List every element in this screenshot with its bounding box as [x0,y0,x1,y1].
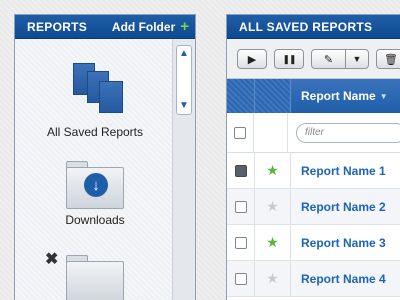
filter-input[interactable] [296,122,400,143]
edit-split-button[interactable]: ✎ ▼ [311,49,369,69]
play-icon: ▶ [247,53,257,66]
row-check-cell [227,189,255,224]
star-icon[interactable]: ★ [255,225,291,260]
reports-stack-icon [63,63,127,121]
sort-chevron-icon: ▼ [379,91,388,101]
row-check-cell [227,153,255,188]
saved-reports-panel: ALL SAVED REPORTS ▶ ❚❚ ✎ ▼ 🗑 Report Name… [226,14,400,300]
delete-folder-icon[interactable]: ✖ [45,249,58,269]
row-checkbox[interactable] [234,236,247,249]
edit-icon[interactable]: ✎ [312,50,346,68]
plus-icon: + [180,18,189,35]
folder-label-all-saved-reports: All Saved Reports [46,125,144,139]
header-checkbox-column [227,79,255,113]
add-folder-button[interactable]: Add Folder + [112,19,189,34]
star-icon[interactable]: ★ [255,189,291,224]
report-name-link[interactable]: Report Name 2 [291,200,400,214]
saved-reports-title: ALL SAVED REPORTS [239,19,373,34]
column-header-label: Report Name [301,89,376,103]
filter-star-cell [254,113,288,152]
row-check-cell [227,225,255,260]
pause-icon: ❚❚ [282,53,296,64]
scrollbar-thumb[interactable]: ▲ ▼ [176,45,192,115]
table-row[interactable]: ★ Report Name 1 [227,153,400,189]
folder-list: All Saved Reports ↓ Downloads [15,39,195,300]
pause-button[interactable]: ❚❚ [274,49,304,69]
column-header-report-name[interactable]: Report Name ▼ [291,79,400,113]
trash-icon: 🗑 [384,53,398,66]
table-row[interactable]: ★ Report Name 3 [227,225,400,261]
row-checkbox[interactable] [234,200,247,213]
reports-panel: REPORTS Add Folder + All Saved Reports ↓… [14,14,196,300]
star-icon[interactable]: ★ [255,261,291,296]
select-all-checkbox[interactable] [233,126,246,139]
toolbar: ▶ ❚❚ ✎ ▼ 🗑 [227,39,400,79]
report-name-link[interactable]: Report Name 4 [291,272,400,286]
scroll-down-icon[interactable]: ▼ [179,101,189,111]
delete-button[interactable]: 🗑 [376,49,400,69]
table-header: Report Name ▼ [227,79,400,113]
edit-dropdown-icon[interactable]: ▼ [346,50,368,68]
reports-panel-title: REPORTS [27,19,88,34]
report-name-link[interactable]: Report Name 1 [291,164,400,178]
add-folder-label: Add Folder [111,19,176,34]
folder-item-all-saved-reports[interactable]: All Saved Reports [15,63,175,139]
download-arrow-icon: ↓ [84,173,108,197]
row-check-cell [227,261,255,296]
table-row[interactable]: ★ Report Name 2 [227,189,400,225]
folder-item-downloads[interactable]: ↓ Downloads [15,161,175,227]
table-row[interactable]: ★ Report Name 4 [227,261,400,297]
scroll-up-icon[interactable]: ▲ [179,49,189,59]
saved-reports-header: ALL SAVED REPORTS [227,15,400,39]
row-checkbox[interactable] [234,272,247,285]
folder-icon [66,255,124,300]
play-button[interactable]: ▶ [237,49,267,69]
select-all-cell [227,113,254,152]
scrollbar-track[interactable]: ▲ ▼ [172,39,195,300]
row-checkbox[interactable] [234,164,247,177]
star-icon[interactable]: ★ [255,153,291,188]
filter-row [227,113,400,153]
download-folder-icon: ↓ [66,161,124,209]
header-star-column [255,79,291,113]
reports-panel-header: REPORTS Add Folder + [15,15,195,39]
report-name-link[interactable]: Report Name 3 [291,236,400,250]
folder-label-downloads: Downloads [65,213,125,227]
folder-item-unnamed[interactable] [15,255,175,300]
